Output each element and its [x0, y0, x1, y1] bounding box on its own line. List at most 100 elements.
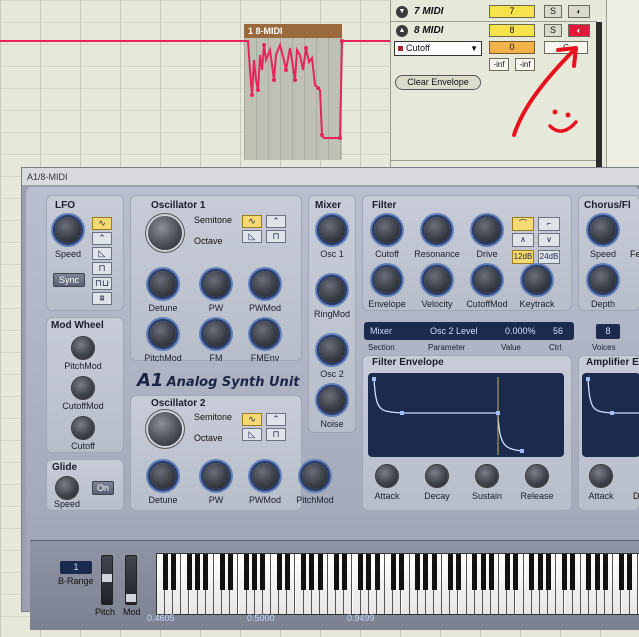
filter-cutoff-knob[interactable]	[374, 217, 400, 243]
black-key[interactable]	[276, 554, 282, 590]
osc2-semitone-octave-knob[interactable]	[148, 412, 182, 446]
osc2-wave-triangle[interactable]: ⌃	[266, 413, 286, 426]
filter-bandpass-button[interactable]: ∧	[512, 233, 534, 247]
black-key[interactable]	[301, 554, 307, 590]
modwheel-cutoffmod-knob[interactable]	[72, 377, 94, 399]
filter-cutoffmod-knob[interactable]	[474, 267, 500, 293]
lfo-speed-knob[interactable]	[55, 217, 81, 243]
lfo-wave-saw[interactable]: ◺	[92, 247, 112, 260]
filter-notch-button[interactable]: ∨	[538, 233, 560, 247]
black-key[interactable]	[227, 554, 233, 590]
osc1-semitone-octave-knob[interactable]	[148, 216, 182, 250]
track8-arm-button[interactable]: ◐	[568, 24, 590, 37]
osc1-pitchmod-knob[interactable]	[150, 321, 176, 347]
filter-highpass-button[interactable]: ⌐	[538, 217, 560, 231]
modwheel-pitchmod-knob[interactable]	[72, 337, 94, 359]
chorus-depth-knob[interactable]	[590, 267, 616, 293]
track7-solo-button[interactable]: S	[544, 5, 562, 18]
black-key[interactable]	[472, 554, 478, 590]
osc2-pw-knob[interactable]	[203, 463, 229, 489]
black-key[interactable]	[513, 554, 519, 590]
black-key[interactable]	[415, 554, 421, 590]
filter-velocity-knob[interactable]	[424, 267, 450, 293]
black-key[interactable]	[480, 554, 486, 590]
track8-fold-icon[interactable]: ▲	[396, 25, 408, 37]
mixer-osc1-knob[interactable]	[319, 217, 345, 243]
black-key[interactable]	[284, 554, 290, 590]
black-key[interactable]	[341, 554, 347, 590]
filter-24db-button[interactable]: 24dB	[538, 250, 560, 264]
glide-on-button[interactable]: On	[92, 481, 114, 495]
black-key[interactable]	[187, 554, 193, 590]
black-key[interactable]	[244, 554, 250, 590]
osc1-wave-sine[interactable]: ∿	[242, 215, 262, 228]
lfo-wave-sine[interactable]: ∿	[92, 217, 112, 230]
modwheel-cutoff-knob[interactable]	[72, 417, 94, 439]
black-key[interactable]	[488, 554, 494, 590]
filter-drive-knob[interactable]	[474, 217, 500, 243]
piano-keyboard[interactable]	[156, 553, 639, 615]
osc1-pwmod-knob[interactable]	[252, 271, 278, 297]
black-key[interactable]	[333, 554, 339, 590]
mod-wheel-handle[interactable]	[126, 594, 136, 602]
lfo-sync-button[interactable]: Sync	[53, 273, 85, 287]
black-key[interactable]	[562, 554, 567, 590]
black-key[interactable]	[162, 554, 168, 590]
black-key[interactable]	[619, 554, 625, 590]
black-key[interactable]	[252, 554, 258, 590]
lfo-wave-triangle[interactable]: ⌃	[92, 232, 112, 245]
black-key[interactable]	[545, 554, 551, 590]
black-key[interactable]	[586, 554, 592, 590]
mod-wheel[interactable]	[125, 555, 137, 605]
black-key[interactable]	[317, 554, 323, 590]
black-key[interactable]	[366, 554, 372, 590]
filter-lowpass-button[interactable]: ⌒	[512, 217, 534, 231]
osc2-wave-sine[interactable]: ∿	[242, 413, 262, 426]
glide-speed-knob[interactable]	[56, 477, 78, 499]
osc1-wave-pulse[interactable]: ⊓	[266, 230, 286, 243]
black-key[interactable]	[399, 554, 404, 590]
track8-solo-button[interactable]: S	[544, 24, 562, 37]
bend-range-display[interactable]: 1	[60, 561, 92, 574]
black-key[interactable]	[170, 554, 176, 590]
osc1-fmenv-knob[interactable]	[252, 321, 278, 347]
filter-envelope-graph[interactable]	[368, 373, 564, 457]
black-key[interactable]	[570, 554, 576, 590]
filter-env-sustain-knob[interactable]	[476, 465, 498, 487]
mixer-osc2-knob[interactable]	[319, 337, 345, 363]
voices-display[interactable]: 8	[596, 324, 620, 339]
track7-arm-button[interactable]: ◐	[568, 5, 590, 18]
lfo-wave-random[interactable]: ⊓⊔	[92, 277, 112, 290]
mixer-noise-knob[interactable]	[319, 387, 345, 413]
osc1-fm-knob[interactable]	[203, 321, 229, 347]
automation-param-select[interactable]: Cutoff ▼	[394, 41, 482, 56]
filter-env-decay-knob[interactable]	[426, 465, 448, 487]
osc2-pitchmod-knob[interactable]	[302, 463, 328, 489]
black-key[interactable]	[260, 554, 266, 590]
osc2-detune-knob[interactable]	[150, 463, 176, 489]
lfo-wave-square[interactable]: ⊓	[92, 262, 112, 275]
filter-12db-button[interactable]: 12dB	[512, 250, 534, 264]
osc1-wave-triangle[interactable]: ⌃	[266, 215, 286, 228]
osc1-wave-saw[interactable]: ◺	[242, 230, 262, 243]
clear-envelope-button[interactable]: Clear Envelope	[395, 75, 481, 90]
black-key[interactable]	[374, 554, 380, 590]
black-key[interactable]	[537, 554, 543, 590]
amp-envelope-graph[interactable]	[582, 373, 639, 457]
amp-env-attack-knob[interactable]	[590, 465, 612, 487]
black-key[interactable]	[203, 554, 209, 590]
osc1-detune-knob[interactable]	[150, 271, 176, 297]
black-key[interactable]	[529, 554, 535, 590]
black-key[interactable]	[423, 554, 429, 590]
black-key[interactable]	[602, 554, 608, 590]
chorus-speed-knob[interactable]	[590, 217, 616, 243]
black-key[interactable]	[504, 554, 510, 590]
pitch-wheel[interactable]	[101, 555, 113, 605]
track8-input-box[interactable]: 8	[489, 24, 535, 37]
osc1-pw-knob[interactable]	[203, 271, 229, 297]
filter-env-attack-knob[interactable]	[376, 465, 398, 487]
osc2-wave-saw[interactable]: ◺	[242, 428, 262, 441]
track7-input-box[interactable]: 7	[489, 5, 535, 18]
black-key[interactable]	[431, 554, 437, 590]
black-key[interactable]	[219, 554, 225, 590]
